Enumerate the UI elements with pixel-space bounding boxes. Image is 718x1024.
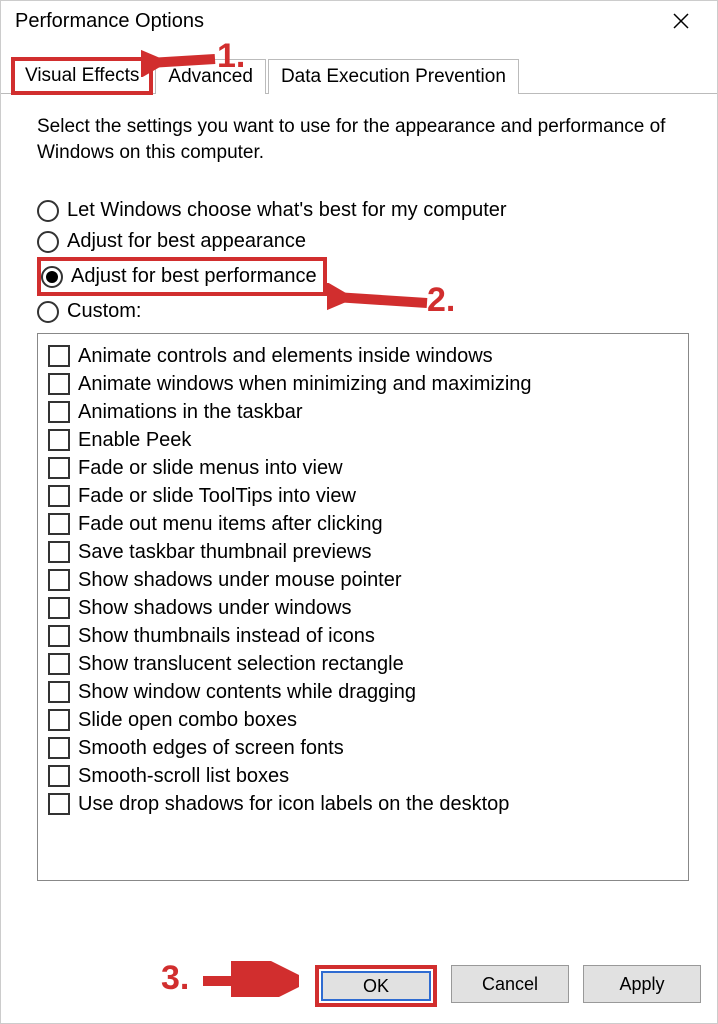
checkbox-icon [48,429,70,451]
checkbox-label: Slide open combo boxes [78,709,297,732]
button-label: OK [363,976,389,997]
tab-strip: Visual Effects Advanced Data Execution P… [1,55,717,94]
cancel-button[interactable]: Cancel [451,965,569,1003]
visual-effects-list[interactable]: Animate controls and elements inside win… [37,333,689,881]
tab-visual-effects[interactable]: Visual Effects [11,57,153,95]
checkbox-item[interactable]: Show thumbnails instead of icons [48,622,678,650]
checkbox-icon [48,625,70,647]
annotation-number-3: 3. [161,959,189,998]
close-button[interactable] [659,5,703,37]
checkbox-icon [48,793,70,815]
checkbox-item[interactable]: Smooth-scroll list boxes [48,762,678,790]
performance-options-dialog: Performance Options Visual Effects Advan… [0,0,718,1024]
checkbox-item[interactable]: Smooth edges of screen fonts [48,734,678,762]
checkbox-label: Fade or slide menus into view [78,457,343,480]
radio-label: Let Windows choose what's best for my co… [67,199,507,222]
checkbox-item[interactable]: Fade or slide ToolTips into view [48,482,678,510]
button-label: Apply [619,974,664,995]
checkbox-icon [48,541,70,563]
radio-label: Adjust for best appearance [67,230,306,253]
button-label: Cancel [482,974,538,995]
checkbox-icon [48,765,70,787]
checkbox-icon [48,485,70,507]
checkbox-icon [48,401,70,423]
annotation-arrow-3-icon [199,961,299,997]
checkbox-item[interactable]: Animate windows when minimizing and maxi… [48,370,678,398]
checkbox-item[interactable]: Show shadows under windows [48,594,678,622]
checkbox-label: Smooth-scroll list boxes [78,765,289,788]
checkbox-item[interactable]: Enable Peek [48,426,678,454]
checkbox-icon [48,737,70,759]
checkbox-item[interactable]: Show shadows under mouse pointer [48,566,678,594]
radio-icon [37,231,59,253]
checkbox-icon [48,597,70,619]
tab-data-execution-prevention[interactable]: Data Execution Prevention [268,59,519,94]
checkbox-label: Animations in the taskbar [78,401,303,424]
checkbox-label: Use drop shadows for icon labels on the … [78,793,509,816]
checkbox-icon [48,457,70,479]
checkbox-label: Show window contents while dragging [78,681,416,704]
checkbox-label: Show shadows under windows [78,597,352,620]
checkbox-item[interactable]: Slide open combo boxes [48,706,678,734]
tab-label: Advanced [168,66,253,87]
checkbox-icon [48,709,70,731]
dialog-button-row: OK Cancel Apply [315,965,701,1007]
checkbox-item[interactable]: Save taskbar thumbnail previews [48,538,678,566]
checkbox-item[interactable]: Use drop shadows for icon labels on the … [48,790,678,818]
checkbox-icon [48,345,70,367]
checkbox-item[interactable]: Show window contents while dragging [48,678,678,706]
tab-content: Select the settings you want to use for … [1,94,717,881]
checkbox-icon [48,569,70,591]
checkbox-item[interactable]: Show translucent selection rectangle [48,650,678,678]
apply-button[interactable]: Apply [583,965,701,1003]
tab-advanced[interactable]: Advanced [155,59,266,94]
checkbox-label: Fade or slide ToolTips into view [78,485,356,508]
checkbox-item[interactable]: Fade or slide menus into view [48,454,678,482]
tab-label: Visual Effects [25,65,139,86]
checkbox-icon [48,373,70,395]
tab-label: Data Execution Prevention [281,66,506,87]
checkbox-label: Enable Peek [78,429,191,452]
dialog-title: Performance Options [15,10,204,33]
annotation-highlight-2: Adjust for best performance [37,257,327,296]
radio-custom[interactable]: Custom: [37,296,689,327]
annotation-highlight-3: OK [315,965,437,1007]
checkbox-label: Show shadows under mouse pointer [78,569,402,592]
checkbox-label: Animate windows when minimizing and maxi… [78,373,532,396]
radio-icon [41,266,63,288]
checkbox-label: Smooth edges of screen fonts [78,737,344,760]
checkbox-label: Save taskbar thumbnail previews [78,541,371,564]
radio-label: Custom: [67,300,141,323]
checkbox-label: Show translucent selection rectangle [78,653,404,676]
checkbox-label: Show thumbnails instead of icons [78,625,375,648]
intro-text: Select the settings you want to use for … [37,114,689,165]
ok-button[interactable]: OK [321,971,431,1001]
radio-icon [37,200,59,222]
radio-let-windows-choose[interactable]: Let Windows choose what's best for my co… [37,195,689,226]
radio-best-performance[interactable]: Adjust for best performance [41,261,317,292]
radio-icon [37,301,59,323]
radio-label: Adjust for best performance [71,265,317,288]
checkbox-label: Fade out menu items after clicking [78,513,383,536]
radio-group: Let Windows choose what's best for my co… [37,195,689,327]
checkbox-item[interactable]: Animate controls and elements inside win… [48,342,678,370]
checkbox-item[interactable]: Animations in the taskbar [48,398,678,426]
checkbox-icon [48,513,70,535]
checkbox-item[interactable]: Fade out menu items after clicking [48,510,678,538]
close-icon [672,12,690,30]
checkbox-icon [48,681,70,703]
title-bar: Performance Options [1,1,717,41]
radio-best-appearance[interactable]: Adjust for best appearance [37,226,689,257]
checkbox-icon [48,653,70,675]
checkbox-label: Animate controls and elements inside win… [78,345,493,368]
